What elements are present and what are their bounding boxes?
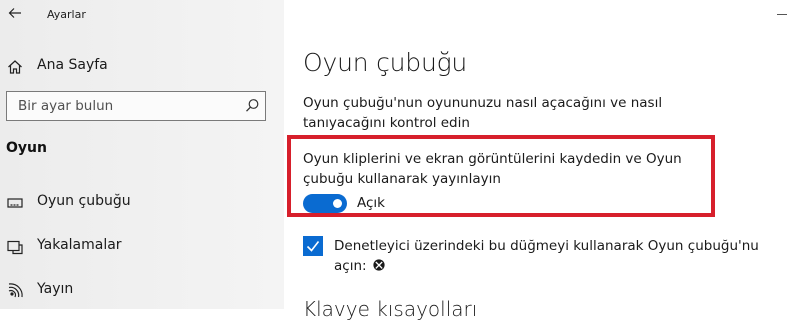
app-title: Ayarlar <box>47 8 86 21</box>
search-input[interactable] <box>7 92 246 120</box>
captures-icon <box>6 238 24 256</box>
sidebar: Ayarlar Ana Sayfa Oyun Oyun çubuğu Yakal… <box>0 0 284 309</box>
search-box[interactable] <box>6 91 266 121</box>
toggle-knob <box>333 199 342 208</box>
controller-checkbox-text: Denetleyici üzerindeki bu düğmeyi kullan… <box>334 238 759 274</box>
page-description: Oyun çubuğu'nun oyununuzu nasıl açacağın… <box>303 95 663 131</box>
checkmark-icon <box>306 241 320 252</box>
home-icon <box>6 58 24 76</box>
sidebar-item-label: Ana Sayfa <box>37 57 108 73</box>
xbox-icon <box>372 257 385 271</box>
back-arrow-icon[interactable] <box>6 4 24 22</box>
sidebar-item-label: Yayın <box>37 281 74 297</box>
minimize-icon[interactable] <box>777 14 787 15</box>
search-icon[interactable] <box>245 98 260 113</box>
sidebar-item-label: Yakalamalar <box>37 237 122 253</box>
sidebar-item-broadcast[interactable]: Yayın <box>0 276 284 306</box>
controller-checkbox-label: Denetleyici üzerindeki bu düğmeyi kullan… <box>334 236 774 276</box>
game-bar-icon <box>6 194 24 212</box>
controller-checkbox[interactable] <box>303 236 323 256</box>
main-content: Oyun çubuğu Oyun çubuğu'nun oyununuzu na… <box>284 0 801 321</box>
section-title: Oyun <box>6 140 47 156</box>
page-title: Oyun çubuğu <box>303 48 468 77</box>
keyboard-shortcuts-heading: Klavye kısayolları <box>303 297 478 321</box>
sidebar-item-home[interactable]: Ana Sayfa <box>0 52 284 82</box>
sidebar-item-game-bar[interactable]: Oyun çubuğu <box>0 188 284 218</box>
broadcast-icon <box>6 282 24 300</box>
sidebar-item-label: Oyun çubuğu <box>37 193 131 209</box>
record-setting-label: Oyun kliplerini ve ekran görüntülerini k… <box>303 151 682 187</box>
record-toggle-switch[interactable] <box>303 194 347 213</box>
toggle-state-label: Açık <box>357 195 385 211</box>
sidebar-item-captures[interactable]: Yakalamalar <box>0 232 284 262</box>
